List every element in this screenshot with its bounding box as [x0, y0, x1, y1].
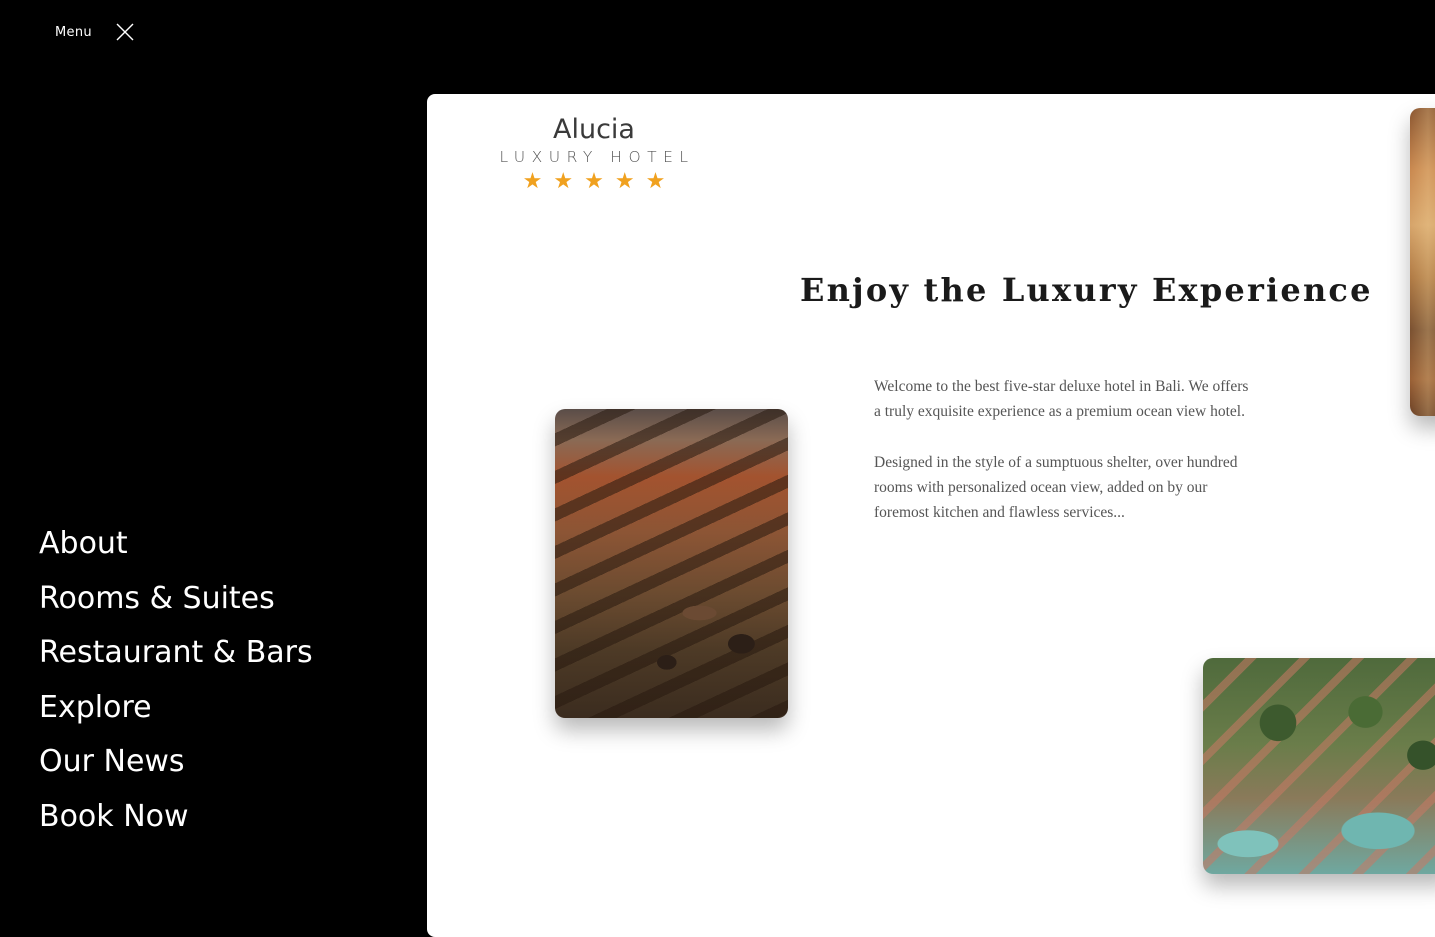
nav-item-book-now[interactable]: Book Now	[39, 793, 313, 848]
intro-text: Welcome to the best five-star deluxe hot…	[874, 374, 1254, 551]
nav-item-our-news[interactable]: Our News	[39, 738, 313, 793]
menu-label: Menu	[55, 24, 92, 40]
nav-item-restaurant-bars[interactable]: Restaurant & Bars	[39, 629, 313, 684]
star-icon: ★	[645, 168, 666, 193]
star-icon: ★	[522, 168, 543, 193]
star-rating: ★ ★ ★ ★ ★	[474, 168, 714, 194]
palace-interior-photo	[1410, 108, 1435, 416]
page-headline: Enjoy the Luxury Experience	[800, 271, 1373, 309]
intro-paragraph: Designed in the style of a sumptuous she…	[874, 454, 1238, 521]
nav-item-about[interactable]: About	[39, 520, 313, 575]
intro-paragraph: Welcome to the best five-star deluxe hot…	[874, 378, 1249, 420]
logo-name: Alucia	[553, 114, 635, 145]
content-panel: Alucia LUXURY HOTEL ★ ★ ★ ★ ★ Enjoy the …	[427, 94, 1435, 937]
hotel-logo[interactable]: Alucia LUXURY HOTEL ★ ★ ★ ★ ★	[474, 112, 714, 194]
lobby-photo	[555, 409, 788, 718]
logo-tagline: LUXURY HOTEL	[499, 148, 695, 166]
star-icon: ★	[584, 168, 604, 193]
star-icon: ★	[614, 168, 635, 193]
resort-aerial-photo	[1203, 658, 1435, 874]
menu-toggle[interactable]: Menu	[55, 22, 135, 42]
star-icon: ★	[553, 168, 574, 193]
nav-item-rooms-suites[interactable]: Rooms & Suites	[39, 575, 313, 630]
nav-item-explore[interactable]: Explore	[39, 684, 313, 739]
close-icon[interactable]	[115, 22, 135, 42]
main-nav: About Rooms & Suites Restaurant & Bars E…	[39, 520, 313, 847]
